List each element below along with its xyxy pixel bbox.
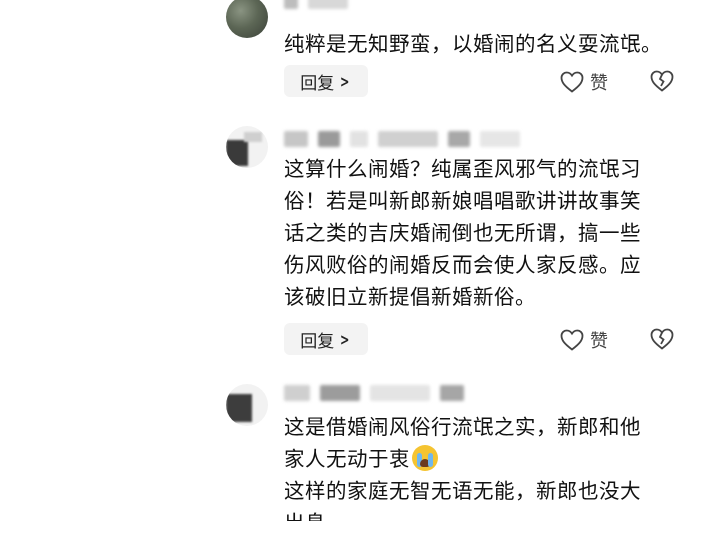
like-button[interactable]: 赞 [560, 69, 608, 95]
avatar[interactable] [226, 126, 268, 168]
comment-text: 这是借婚闹风俗行流氓之实，新郎和他 家人无动于衷 这样的家庭无智无语无能，新郎也… [284, 411, 684, 521]
dislike-button[interactable] [650, 328, 674, 352]
comment-text-line: 家人无动于衷 [284, 443, 684, 475]
reply-button[interactable]: 回复 > [284, 65, 368, 97]
avatar[interactable] [226, 0, 268, 38]
comment-text-line: 这是借婚闹风俗行流氓之实，新郎和他 [284, 415, 641, 439]
comment-text: 这算什么闹婚？纯属歪风邪气的流氓习 俗！若是叫新郎新娘唱唱歌讲讲故事笑 话之类的… [284, 157, 641, 309]
broken-heart-icon [650, 70, 674, 92]
like-button[interactable]: 赞 [560, 327, 608, 353]
avatar[interactable] [226, 384, 268, 426]
broken-heart-icon [650, 328, 674, 350]
username-redacted [284, 0, 348, 10]
comment-text-line: 出息 [284, 507, 684, 521]
username-redacted [284, 384, 464, 402]
chevron-right-icon: > [340, 329, 350, 349]
heart-icon [560, 329, 584, 351]
chevron-right-icon: > [340, 71, 350, 91]
crying-face-icon [412, 445, 438, 471]
heart-icon [560, 71, 584, 93]
dislike-button[interactable] [650, 70, 674, 94]
like-label: 赞 [590, 73, 608, 94]
reply-label: 回复 [300, 331, 335, 352]
like-label: 赞 [590, 331, 608, 352]
username-redacted [284, 130, 520, 148]
reply-label: 回复 [300, 73, 335, 94]
comment-text-line: 这样的家庭无智无语无能，新郎也没大 [284, 479, 641, 503]
reply-button[interactable]: 回复 > [284, 323, 368, 355]
comment-text: 纯粹是无知野蛮，以婚闹的名义耍流氓。 [284, 32, 662, 56]
